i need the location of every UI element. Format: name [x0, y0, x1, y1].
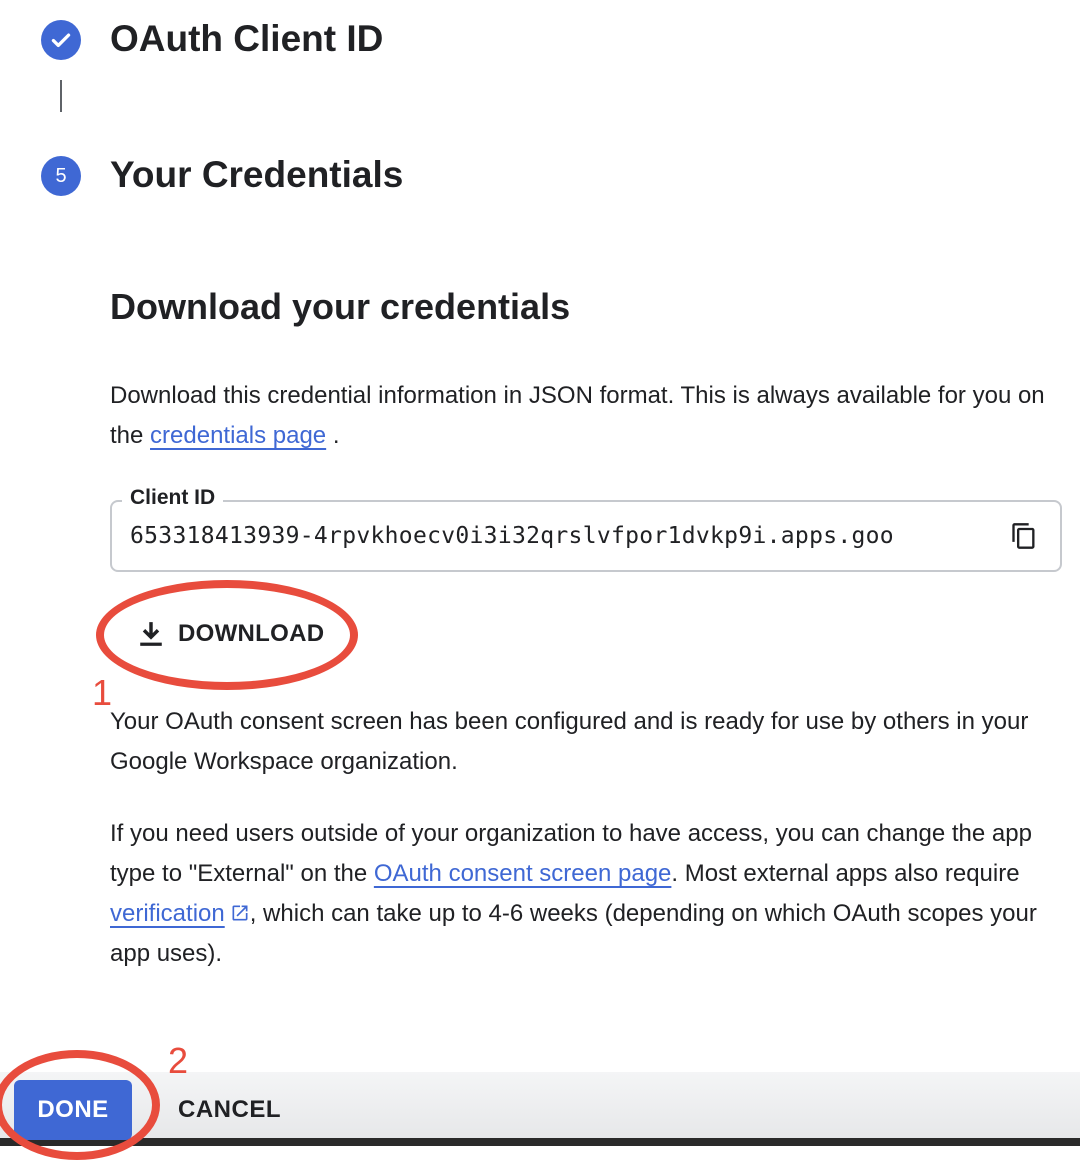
- step-title-your-credentials: Your Credentials: [110, 154, 404, 195]
- step-title-oauth-client-id: OAuth Client ID: [110, 18, 384, 59]
- consent-configured-paragraph: Your OAuth consent screen has been confi…: [110, 708, 1029, 775]
- client-id-label: Client ID: [122, 486, 224, 510]
- external-text-3: , which can take up to 4-6 weeks (depend…: [110, 900, 1037, 967]
- external-text-2: . Most external apps also require: [671, 860, 1020, 887]
- cancel-button[interactable]: CANCEL: [178, 1096, 281, 1124]
- oauth-consent-screen-link[interactable]: OAuth consent screen page: [374, 860, 672, 887]
- annotation-ellipse-download: [96, 580, 358, 690]
- verification-link-text: verification: [110, 900, 225, 927]
- copy-client-id-button[interactable]: [1008, 520, 1040, 552]
- action-footer: [0, 1072, 1080, 1146]
- verification-link[interactable]: verification: [110, 900, 250, 927]
- step-number-badge: 5: [41, 156, 81, 196]
- annotation-marker-2: 2: [168, 1040, 189, 1081]
- copy-icon: [1012, 523, 1035, 549]
- section-title: Download your credentials: [110, 286, 571, 327]
- client-id-value[interactable]: 653318413939-4rpvkhoecv0i3i32qrslvfpor1d…: [130, 523, 975, 549]
- footer-edge: [0, 1138, 1080, 1146]
- open-in-new-icon: [232, 905, 248, 921]
- annotation-ellipse-done: [0, 1050, 160, 1160]
- client-id-field[interactable]: 653318413939-4rpvkhoecv0i3i32qrslvfpor1d…: [110, 500, 1062, 572]
- step-completed-badge: [41, 20, 81, 60]
- intro-text-end: .: [326, 422, 340, 449]
- stepper-connector: [60, 80, 62, 112]
- credentials-page-link[interactable]: credentials page: [150, 422, 326, 449]
- external-access-paragraph: If you need users outside of your organi…: [110, 814, 1070, 974]
- intro-paragraph: Download this credential information in …: [110, 376, 1070, 456]
- check-icon: [51, 33, 71, 48]
